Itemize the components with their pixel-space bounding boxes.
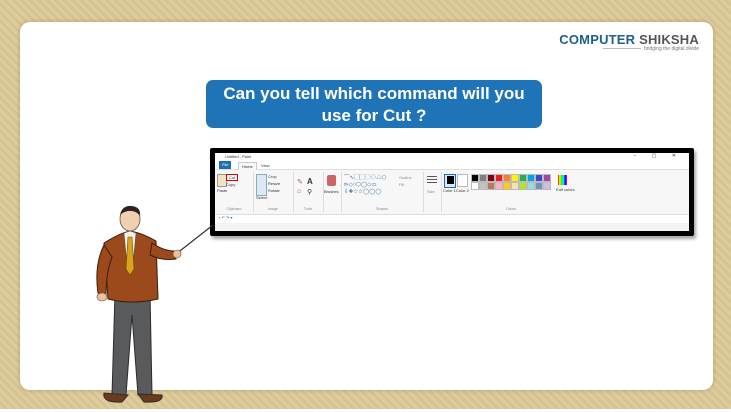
paint-titlebar: Untitled - Paint − ▢ ✕ xyxy=(215,153,689,161)
pencil-icon[interactable]: ✎ xyxy=(297,178,303,186)
color2-box[interactable] xyxy=(457,174,468,187)
color-swatch[interactable] xyxy=(495,174,503,182)
tab-view[interactable]: View xyxy=(258,162,273,169)
magnifier-icon[interactable]: ⚲ xyxy=(307,188,312,196)
brush-icon[interactable] xyxy=(327,175,336,186)
color-swatch[interactable] xyxy=(519,174,527,182)
color-swatch[interactable] xyxy=(471,182,479,190)
color-swatch[interactable] xyxy=(471,174,479,182)
crop-button[interactable]: Crop xyxy=(268,174,277,179)
color1-label[interactable]: Color 1 xyxy=(443,188,456,193)
color2-label[interactable]: Color 2 xyxy=(456,188,469,193)
tab-home[interactable]: Home xyxy=(238,162,257,170)
copy-button[interactable]: Copy xyxy=(226,182,235,187)
paint-window: Untitled - Paint − ▢ ✕ File Home View Pa… xyxy=(215,153,689,231)
image-label: Image xyxy=(268,207,278,211)
color-swatch[interactable] xyxy=(543,182,551,190)
color-swatch[interactable] xyxy=(511,182,519,190)
select-icon[interactable] xyxy=(256,174,267,196)
chevron-down-icon[interactable]: ▾ xyxy=(231,215,233,220)
tools-label: Tools xyxy=(303,207,313,211)
quick-access-toolbar: ▪ ↶ ↷ ▾ xyxy=(215,215,689,223)
color-swatch[interactable] xyxy=(527,182,535,190)
paint-title: Untitled - Paint xyxy=(225,154,252,159)
size-group: Size xyxy=(423,172,442,212)
shapes-label: Shapes xyxy=(376,207,388,211)
color-swatch[interactable] xyxy=(511,174,519,182)
color-swatch[interactable] xyxy=(487,182,495,190)
color-swatch[interactable] xyxy=(487,174,495,182)
question-line-1: Can you tell which command will you xyxy=(223,84,525,103)
color-swatch[interactable] xyxy=(535,182,543,190)
color-swatch[interactable] xyxy=(543,174,551,182)
shapes-group: ⌒∿▢▢◯◇△⬠ ⊳◇○⬡◯◇▭ ⇩✚☆☆◯◯◯ Outline Fill Shap… xyxy=(341,172,424,212)
clipboard-group: Paste Cut Copy Clipboard xyxy=(215,172,254,212)
ribbon: Paste Cut Copy Clipboard Select Crop Res… xyxy=(215,170,689,215)
color-swatch[interactable] xyxy=(535,174,543,182)
brushes-button[interactable]: Brushes xyxy=(324,189,339,194)
brushes-group: Brushes xyxy=(323,172,342,212)
fill-button[interactable]: Fill xyxy=(399,182,404,187)
edit-colors-icon[interactable] xyxy=(558,175,567,185)
question-line-2: use for Cut ? xyxy=(321,106,427,125)
color-swatch[interactable] xyxy=(503,182,511,190)
tab-file[interactable]: File xyxy=(219,161,232,169)
window-controls[interactable]: − ▢ ✕ xyxy=(633,153,683,159)
outline-button[interactable]: Outline xyxy=(399,175,412,180)
logo-computer: COMPUTER xyxy=(559,32,636,47)
logo: COMPUTER SHIKSHA bridging the digital di… xyxy=(559,32,699,52)
shapes-gallery-icon[interactable]: ⌒∿▢▢◯◇△⬠ ⊳◇○⬡◯◇▭ ⇩✚☆☆◯◯◯ xyxy=(344,175,386,196)
logo-tagline: bridging the digital divide xyxy=(643,46,699,52)
clipboard-label: Clipboard xyxy=(226,207,242,211)
resize-button[interactable]: Resize xyxy=(268,181,280,186)
ribbon-tabs: File Home View xyxy=(215,161,689,170)
redo-icon[interactable]: ↷ xyxy=(226,215,229,220)
question-box: Can you tell which command will you use … xyxy=(206,80,542,128)
undo-icon[interactable]: ↶ xyxy=(222,215,225,220)
eraser-icon[interactable]: ⌂ xyxy=(297,188,301,195)
paint-screenshot: Untitled - Paint − ▢ ✕ File Home View Pa… xyxy=(210,148,694,236)
colors-label: Colors xyxy=(505,207,517,211)
color-swatch[interactable] xyxy=(479,174,487,182)
select-button[interactable]: Select xyxy=(256,195,267,200)
color1-box[interactable] xyxy=(444,174,456,188)
size-icon[interactable] xyxy=(427,176,437,177)
text-icon[interactable]: A xyxy=(307,177,313,186)
color-swatch[interactable] xyxy=(503,174,511,182)
image-group: Select Crop Resize Rotate Image xyxy=(253,172,294,212)
size-button[interactable]: Size xyxy=(427,189,435,194)
slide-frame: COMPUTER SHIKSHA bridging the digital di… xyxy=(0,0,731,409)
rotate-button[interactable]: Rotate xyxy=(268,188,280,193)
color-swatch[interactable] xyxy=(495,182,503,190)
edit-colors-button[interactable]: Edit colors xyxy=(556,187,575,192)
color-swatch[interactable] xyxy=(519,182,527,190)
colors-group: Color 1 Color 2 Edit colors Colors xyxy=(441,172,581,212)
paste-button[interactable]: Paste xyxy=(217,188,227,193)
slide: COMPUTER SHIKSHA bridging the digital di… xyxy=(20,22,713,403)
presenter-illustration xyxy=(96,205,214,403)
color-swatch[interactable] xyxy=(479,182,487,190)
color-swatch[interactable] xyxy=(527,174,535,182)
cut-button[interactable]: Cut xyxy=(226,174,239,181)
tools-group: ✎ A ⌂ ⚲ Tools xyxy=(293,172,324,212)
logo-shiksha: SHIKSHA xyxy=(639,32,699,47)
